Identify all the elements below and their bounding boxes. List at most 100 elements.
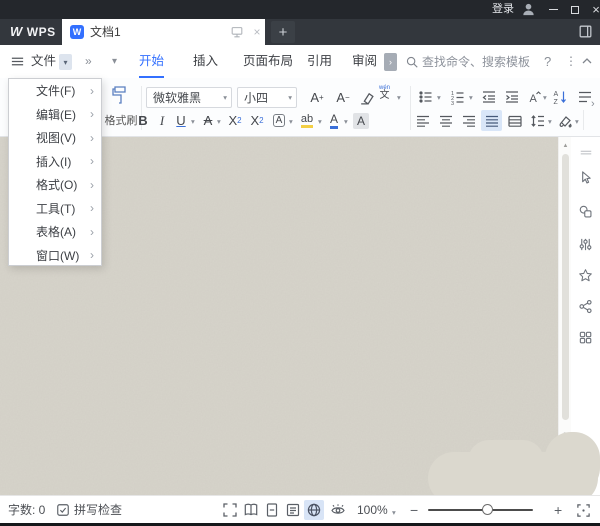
sort-icon[interactable]: AZ [549,87,570,107]
tab-close-icon[interactable]: × [250,24,264,40]
char-scale-button[interactable]: A [524,87,543,107]
collapse-ribbon-icon[interactable] [581,57,593,65]
apps-grid-icon[interactable] [577,329,594,346]
justify-icon[interactable] [481,110,502,131]
chevron-down-icon[interactable]: ▾ [543,93,547,102]
monitor-icon[interactable] [230,25,244,39]
superscript-button[interactable]: X2 [224,110,246,131]
underline-button[interactable]: U [172,110,190,131]
tab-page-layout[interactable]: 页面布局 [243,45,293,78]
customize-toolbar-icon[interactable]: ▾ [112,45,117,78]
italic-button[interactable]: I [153,110,171,131]
multi-page-view-icon[interactable] [241,500,261,520]
chevron-down-icon[interactable]: ▾ [397,93,401,102]
chevron-down-icon[interactable]: ▾ [437,93,441,102]
help-icon[interactable]: ? [544,45,551,78]
chevron-down-icon[interactable]: ▾ [318,117,322,126]
subscript-button[interactable]: X2 [246,110,268,131]
document-tab[interactable]: W 文档1 × [62,19,265,45]
decrease-indent-icon[interactable] [478,87,499,107]
font-name-select[interactable]: 微软雅黑 ▾ [146,87,232,108]
align-left-icon[interactable] [412,110,433,131]
fit-page-icon[interactable] [576,503,591,518]
tab-insert[interactable]: 插入 [193,45,218,78]
share-icon[interactable] [577,298,594,315]
web-view-icon[interactable] [304,500,324,520]
align-center-icon[interactable] [435,110,456,131]
highlight-color-button[interactable]: ab [296,110,318,131]
tab-references[interactable]: 引用 [307,45,332,78]
char-shading-button[interactable]: A [350,110,372,131]
spell-check-icon[interactable] [56,503,70,517]
menu-item-tools[interactable]: 工具(T)› [9,197,101,221]
file-menu-button[interactable]: 文件 [31,45,56,78]
align-right-icon[interactable] [458,110,479,131]
chevron-down-icon[interactable]: ▾ [548,117,552,126]
search-input[interactable] [422,51,534,72]
bold-button[interactable]: B [133,110,153,131]
adjust-settings-icon[interactable] [577,236,594,253]
line-spacing-icon[interactable] [527,110,548,131]
quick-access-more-icon[interactable]: » [85,45,92,78]
tab-list-icon[interactable] [577,23,595,41]
tab-home[interactable]: 开始 [139,45,164,78]
distribute-icon[interactable] [504,110,525,131]
hamburger-icon[interactable] [10,54,25,69]
menu-item-view[interactable]: 视图(V)› [9,126,101,150]
star-icon[interactable] [577,267,594,284]
word-count[interactable]: 字数: 0 [8,496,45,524]
scrollbar-thumb[interactable] [562,154,569,420]
zoom-slider-handle[interactable] [482,504,493,515]
chevron-down-icon[interactable]: ▾ [344,117,348,126]
menu-item-table[interactable]: 表格(A)› [9,220,101,244]
new-tab-button[interactable]: + [271,21,295,43]
menu-item-insert[interactable]: 插入(I)› [9,150,101,174]
shapes-icon[interactable] [577,203,594,220]
login-button[interactable]: 登录 [492,0,514,19]
zoom-level[interactable]: 100% [357,496,388,524]
wps-logo[interactable]: WWPS [10,19,56,45]
increase-indent-icon[interactable] [501,87,522,107]
bullet-list-icon[interactable] [415,87,436,107]
clear-format-icon[interactable] [356,88,376,107]
zoom-in-icon[interactable]: + [554,496,562,524]
zoom-slider-track[interactable] [428,509,533,511]
zoom-dropdown-icon[interactable]: ▾ [392,508,396,517]
menu-item-edit[interactable]: 编辑(E)› [9,103,101,127]
close-button[interactable]: × [587,0,600,19]
format-painter-icon[interactable] [109,84,131,106]
page-view-icon[interactable] [262,500,282,520]
chevron-down-icon[interactable]: ▾ [217,117,221,126]
outline-view-icon[interactable] [283,500,303,520]
font-color-button[interactable]: A [324,110,344,131]
chevron-down-icon[interactable]: ▾ [469,93,473,102]
tab-review[interactable]: 审阅 [352,45,377,78]
font-size-select[interactable]: 小四 ▾ [237,87,297,108]
expand-ribbon-icon[interactable]: › [591,98,595,110]
fullscreen-icon[interactable] [220,500,240,520]
maximize-button[interactable] [566,0,584,19]
text-tool-button[interactable]: wén文 [379,85,390,101]
menu-item-file[interactable]: 文件(F)› [9,79,101,103]
drag-handle-icon[interactable] [577,144,594,161]
minimize-button[interactable] [544,0,562,19]
chevron-down-icon[interactable]: ▾ [191,117,195,126]
numbered-list-icon[interactable]: 123 [447,87,468,107]
menu-item-format[interactable]: 格式(O)› [9,173,101,197]
text-effect-button[interactable]: A [269,110,289,131]
shrink-font-button[interactable]: A− [331,87,355,108]
shading-icon[interactable] [554,110,575,131]
eye-protect-icon[interactable] [328,500,348,520]
chevron-down-icon[interactable]: ▾ [575,117,579,126]
chevron-down-icon[interactable]: ▾ [289,117,293,126]
zoom-out-icon[interactable]: − [410,496,418,524]
spell-check-label[interactable]: 拼写检查 [74,496,122,524]
strikethrough-button[interactable]: A [199,110,217,131]
grow-font-button[interactable]: A+ [305,87,329,108]
avatar-icon[interactable] [521,2,536,17]
more-tabs-button[interactable]: › [384,53,397,71]
select-cursor-icon[interactable] [577,169,594,186]
more-options-icon[interactable]: ⋮ [565,45,577,78]
file-menu-chevron-icon[interactable]: ▾ [59,54,72,70]
menu-item-window[interactable]: 窗口(W)› [9,244,101,268]
